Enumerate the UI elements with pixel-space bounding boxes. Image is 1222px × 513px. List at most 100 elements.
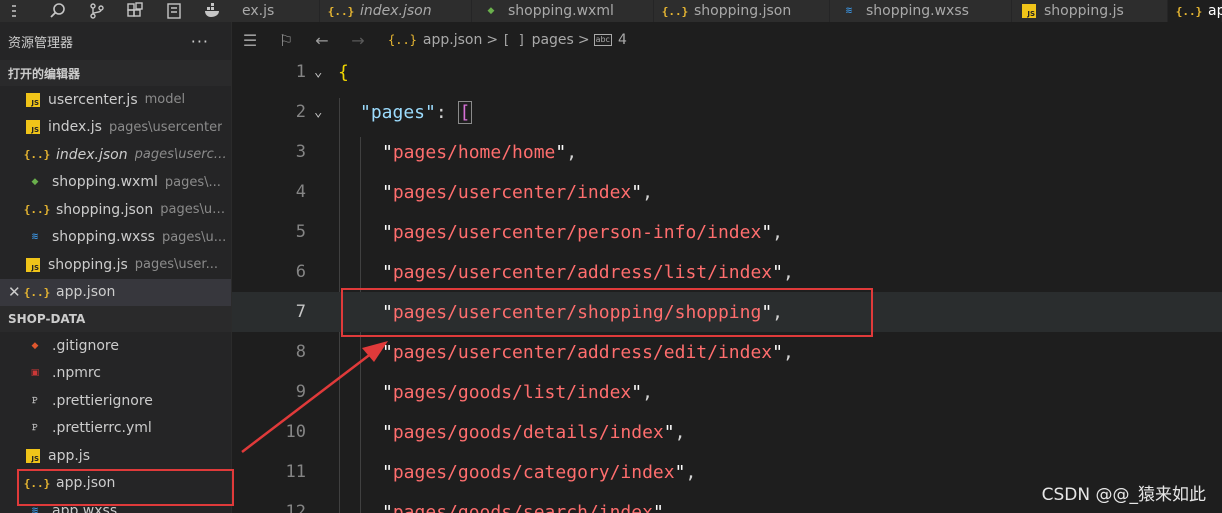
extensions-icon[interactable] xyxy=(116,0,155,22)
file-path: model xyxy=(144,92,186,108)
explorer-title: 资源管理器 xyxy=(8,35,74,51)
line-number: 2 xyxy=(295,102,306,122)
docker-icon[interactable] xyxy=(193,0,232,22)
open-editor-item[interactable]: {..} index.json pages\usercen... xyxy=(0,141,231,169)
explorer-file-item[interactable]: 𝙿 .prettierrc.yml xyxy=(0,415,231,443)
open-editor-item[interactable]: ◆ shopping.wxml pages\... xyxy=(0,169,231,197)
code-line[interactable]: 8 "pages/usercenter/address/edit/index", xyxy=(232,332,1222,372)
file-name: shopping.wxss xyxy=(52,229,155,246)
search-icon[interactable] xyxy=(39,0,78,22)
file-path: pages\... xyxy=(164,174,221,190)
line-number: 1 xyxy=(295,62,306,82)
file-path: pages\usercen... xyxy=(134,147,231,163)
tab-label: shopping.wxss xyxy=(866,3,969,19)
wxss-file-icon: ≋ xyxy=(845,6,853,16)
fold-chevron-icon[interactable]: ⌄ xyxy=(314,104,322,120)
string-token: "pages/usercenter/address/list/index" xyxy=(382,261,783,283)
line-number: 3 xyxy=(295,142,306,162)
code-text: "pages/usercenter/address/list/index", xyxy=(382,262,794,283)
js-file-icon: JS xyxy=(26,92,40,107)
line-number: 8 xyxy=(295,342,306,362)
file-name: usercenter.js xyxy=(48,91,138,108)
code-editor[interactable]: 1 ⌄{2 ⌄ "pages": [3 "pages/home/home", 4 "page… xyxy=(232,58,1222,513)
breadcrumb-bar: ☰ ⚐ ← → {..} app.json > [ ] pages > abc … xyxy=(232,22,1222,58)
array-icon: [ ] xyxy=(502,32,526,48)
comma-token: , xyxy=(642,381,653,403)
colon-token: : xyxy=(435,101,458,123)
outline-icon[interactable]: ☰ xyxy=(232,31,268,50)
editor-tab[interactable]: ≋ shopping.wxss xyxy=(830,0,1012,22)
brace-token: { xyxy=(338,61,349,83)
code-line[interactable]: 2 ⌄ "pages": [ xyxy=(232,92,1222,132)
file-icon[interactable] xyxy=(155,0,194,22)
tab-label: shopping.wxml xyxy=(508,3,614,19)
code-line[interactable]: 3 "pages/home/home", xyxy=(232,132,1222,172)
wxml-file-icon: ◆ xyxy=(487,6,495,16)
code-line[interactable]: 9 "pages/goods/list/index", xyxy=(232,372,1222,412)
code-text: "pages/goods/details/index", xyxy=(382,422,685,443)
string-icon: abc xyxy=(593,34,612,46)
open-editor-item[interactable]: {..} shopping.json pages\us... xyxy=(0,196,231,224)
open-editor-item[interactable]: JS index.js pages\usercenter xyxy=(0,114,231,142)
editor-tab[interactable]: ex.js xyxy=(232,0,320,22)
breadcrumb-key[interactable]: pages xyxy=(532,32,574,48)
npm-file-icon: ▣ xyxy=(30,368,40,379)
git-file-icon: ◆ xyxy=(31,340,39,351)
comma-token: , xyxy=(685,461,697,483)
open-editor-item[interactable]: ≋ shopping.wxss pages\u... xyxy=(0,224,231,252)
json-file-icon: {..} xyxy=(327,4,355,18)
explorer-file-item[interactable]: ▣ .npmrc xyxy=(0,360,231,388)
file-path: pages\user... xyxy=(134,257,218,273)
breadcrumb-index[interactable]: 4 xyxy=(618,32,627,48)
close-icon[interactable]: ✕ xyxy=(8,283,21,301)
json-file-icon: {..} xyxy=(23,285,51,299)
file-name: index.json xyxy=(56,146,128,163)
source-control-icon[interactable] xyxy=(77,0,116,22)
explorer-file-item[interactable]: 𝙿 .prettierignore xyxy=(0,387,231,415)
code-text: { xyxy=(338,62,349,83)
file-path: pages\usercenter xyxy=(108,119,223,135)
back-arrow-icon[interactable]: ← xyxy=(304,31,340,50)
json-file-icon: {..} xyxy=(1175,4,1203,18)
json-file-icon: {..} xyxy=(23,148,51,162)
explorer-header: 资源管理器 ··· xyxy=(0,22,231,60)
code-line[interactable]: 1 ⌄ { xyxy=(232,58,1222,92)
menu-icon[interactable] xyxy=(0,0,39,22)
comma-token: , xyxy=(663,501,675,513)
forward-arrow-icon[interactable]: → xyxy=(340,31,376,50)
editor-tab[interactable]: {..} shopping.json xyxy=(654,0,830,22)
editor-tab[interactable]: {..} index.json xyxy=(320,0,472,22)
line-number: 12 xyxy=(285,502,306,513)
editor-tab[interactable]: ◆ shopping.wxml xyxy=(472,0,654,22)
file-name: .npmrc xyxy=(52,365,101,382)
open-editors-header[interactable]: 打开的编辑器 xyxy=(0,60,231,86)
project-header[interactable]: SHOP-DATA xyxy=(0,306,231,332)
open-editor-item[interactable]: JS usercenter.js model xyxy=(0,86,231,114)
more-actions-icon[interactable]: ··· xyxy=(191,32,209,51)
comma-token: , xyxy=(782,261,794,283)
file-name: .gitignore xyxy=(52,337,119,354)
string-token: "pages/goods/details/index" xyxy=(382,421,675,443)
explorer-file-item[interactable]: ◆ .gitignore xyxy=(0,332,231,360)
string-token: "pages/usercenter/address/edit/index" xyxy=(382,341,783,363)
line-number: 11 xyxy=(285,462,306,482)
open-editor-item[interactable]: JS shopping.js pages\user... xyxy=(0,251,231,279)
js-file-icon: JS xyxy=(26,257,40,272)
wxml-file-icon: ◆ xyxy=(31,177,39,188)
bookmark-icon[interactable]: ⚐ xyxy=(268,31,304,50)
fold-chevron-icon[interactable]: ⌄ xyxy=(314,64,322,80)
key-token: "pages" xyxy=(360,101,436,123)
code-line[interactable]: 10 "pages/goods/details/index", xyxy=(232,412,1222,452)
code-line[interactable]: 4 "pages/usercenter/index", xyxy=(232,172,1222,212)
explorer-file-item[interactable]: JS app.js xyxy=(0,442,231,470)
code-text: "pages/usercenter/person-info/index", xyxy=(382,222,783,243)
editor-tab[interactable]: {..} ap xyxy=(1168,0,1222,22)
code-line[interactable]: 5 "pages/usercenter/person-info/index", xyxy=(232,212,1222,252)
explorer-sidebar: 资源管理器 ··· 打开的编辑器 JS usercenter.js model JS i… xyxy=(0,22,232,513)
comma-token: , xyxy=(642,181,653,203)
open-editor-item[interactable]: ✕ {..} app.json xyxy=(0,278,231,306)
code-line[interactable]: 6 "pages/usercenter/address/list/index", xyxy=(232,252,1222,292)
breadcrumb-file[interactable]: app.json xyxy=(423,32,482,48)
editor-tab[interactable]: JS shopping.js xyxy=(1012,0,1168,22)
string-token: "pages/goods/category/index" xyxy=(382,461,686,483)
